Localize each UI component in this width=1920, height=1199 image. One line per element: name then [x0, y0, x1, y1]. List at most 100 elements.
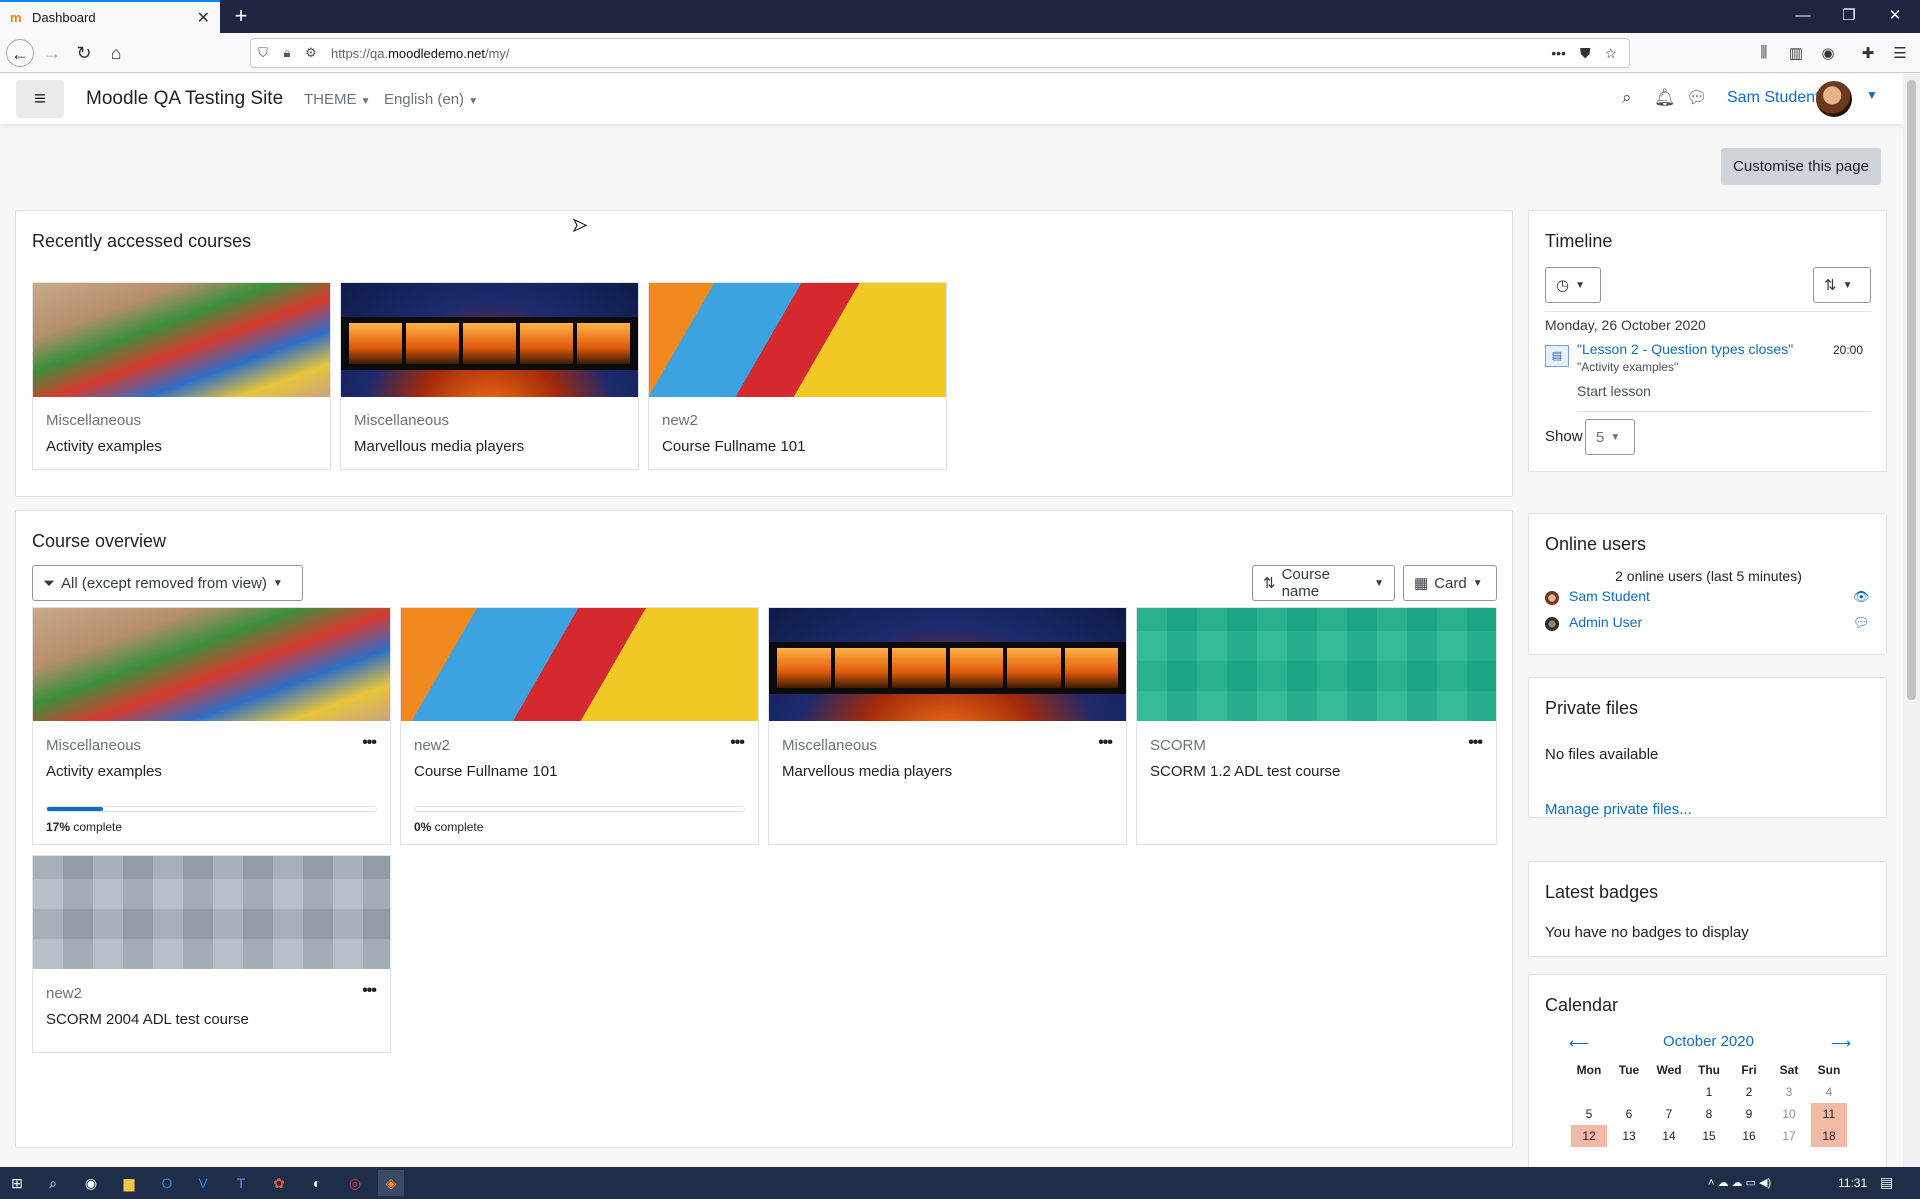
next-month-icon[interactable]: ⟶	[1831, 1035, 1851, 1052]
extensions-icon[interactable]: ✚	[1856, 44, 1880, 64]
avatar[interactable]	[1816, 81, 1852, 117]
calendar-day[interactable]: 5	[1571, 1103, 1607, 1125]
nav-drawer-toggle-icon[interactable]: ≡	[16, 80, 64, 118]
calendar-day[interactable]: 14	[1651, 1125, 1687, 1147]
windows-start-icon[interactable]: ⊞	[4, 1170, 30, 1196]
tray-icons[interactable]: ˄ ☁ ☁ ▭ ◀︎)	[1708, 1176, 1771, 1189]
course-name[interactable]: SCORM 2004 ADL test course	[46, 1011, 249, 1028]
course-name[interactable]: Marvellous media players	[782, 763, 952, 780]
sort-dropdown[interactable]: ⇅ Course name ▼	[1252, 565, 1395, 601]
home-icon[interactable]: ⌂	[102, 39, 130, 67]
action-center-icon[interactable]: ▤	[1880, 1174, 1893, 1191]
calendar-day[interactable]: 1	[1691, 1081, 1727, 1103]
browser-menu-icon[interactable]: ☰	[1888, 44, 1912, 64]
course-card[interactable]: Miscellaneous ••• Marvellous media playe…	[768, 607, 1127, 845]
messages-icon[interactable]: 💬︎	[1686, 88, 1708, 108]
course-card[interactable]: Miscellaneous ••• Activity examples 17% …	[32, 607, 391, 845]
timeline-day-filter[interactable]: ◷ ▼	[1545, 267, 1601, 303]
file-explorer-icon[interactable]: ▆	[116, 1170, 142, 1196]
start-lesson-action[interactable]: Start lesson	[1577, 383, 1651, 399]
course-name[interactable]: SCORM 1.2 ADL test course	[1150, 763, 1340, 780]
back-icon[interactable]: ←	[6, 39, 34, 67]
course-image[interactable]	[1137, 608, 1496, 721]
course-card[interactable]: SCORM ••• SCORM 1.2 ADL test course	[1136, 607, 1497, 845]
firefox-icon[interactable]: ◈	[378, 1170, 404, 1196]
grouping-filter-dropdown[interactable]: ⏷ All (except removed from view) ▼	[32, 565, 303, 601]
course-name[interactable]: Activity examples	[46, 438, 162, 455]
course-card[interactable]: Miscellaneous Marvellous media players	[340, 282, 639, 470]
app-icon[interactable]: ✿	[266, 1170, 292, 1196]
minimize-icon[interactable]: —	[1780, 0, 1826, 33]
chrome-icon[interactable]: ◉	[78, 1170, 104, 1196]
course-image[interactable]	[33, 856, 390, 969]
permissions-icon[interactable]: ⚙	[299, 45, 323, 61]
app-icon[interactable]: ◐	[304, 1170, 330, 1196]
calendar-day[interactable]: 17	[1771, 1125, 1807, 1147]
calendar-day[interactable]: 18	[1811, 1125, 1847, 1147]
calendar-day[interactable]: 3	[1771, 1081, 1807, 1103]
account-icon[interactable]: ◉	[1816, 44, 1840, 64]
message-icon[interactable]: 💬︎	[1853, 615, 1870, 631]
calendar-day[interactable]: 7	[1651, 1103, 1687, 1125]
library-icon[interactable]: ⫼	[1752, 44, 1776, 64]
address-bar[interactable]: ⛉ 🔒︎ ⚙ https://qa.moodledemo.net/my/ •••…	[250, 38, 1630, 68]
teams-icon[interactable]: T	[228, 1170, 254, 1196]
close-tab-icon[interactable]: ✕	[197, 8, 210, 28]
page-scrollbar[interactable]	[1903, 74, 1920, 1167]
calendar-day[interactable]: 4	[1811, 1081, 1847, 1103]
calendar-day[interactable]: 6	[1611, 1103, 1647, 1125]
search-icon[interactable]: ⌕	[40, 1170, 66, 1196]
calendar-day[interactable]: 12	[1571, 1125, 1607, 1147]
user-menu-caret-icon[interactable]: ▼	[1866, 88, 1878, 102]
calendar-day[interactable]: 11	[1811, 1103, 1847, 1125]
timeline-event-link[interactable]: "Lesson 2 - Question types closes"	[1577, 341, 1793, 357]
timeline-sort-dropdown[interactable]: ⇅ ▼	[1813, 267, 1871, 303]
course-actions-menu-icon[interactable]: •••	[1468, 734, 1483, 752]
customise-page-button[interactable]: Customise this page	[1721, 148, 1881, 185]
course-actions-menu-icon[interactable]: •••	[730, 734, 745, 752]
scrollbar-thumb[interactable]	[1907, 80, 1916, 700]
eye-icon[interactable]: 👁︎	[1853, 589, 1870, 605]
course-actions-menu-icon[interactable]: •••	[1098, 734, 1113, 752]
course-actions-menu-icon[interactable]: •••	[362, 734, 377, 752]
notifications-bell-icon[interactable]: 🔔︎	[1654, 88, 1676, 108]
online-user-link[interactable]: Sam Student	[1569, 588, 1650, 604]
language-menu[interactable]: English (en) ▼	[384, 91, 478, 108]
outlook-icon[interactable]: O	[154, 1170, 180, 1196]
calendar-day[interactable]: 16	[1731, 1125, 1767, 1147]
course-image[interactable]	[341, 283, 638, 397]
course-image[interactable]	[401, 608, 758, 721]
sidebar-toggle-icon[interactable]: ▥	[1784, 44, 1808, 64]
shield-icon[interactable]: ⛉	[251, 45, 275, 61]
vscode-icon[interactable]: V	[190, 1170, 216, 1196]
course-actions-menu-icon[interactable]: •••	[362, 982, 377, 1000]
course-name[interactable]: Activity examples	[46, 763, 162, 780]
manage-private-files-link[interactable]: Manage private files...	[1545, 801, 1692, 818]
course-card[interactable]: new2 Course Fullname 101	[648, 282, 947, 470]
calendar-day[interactable]: 9	[1731, 1103, 1767, 1125]
calendar-day[interactable]: 10	[1771, 1103, 1807, 1125]
online-user-link[interactable]: Admin User	[1569, 614, 1642, 630]
theme-menu[interactable]: THEME ▼	[304, 91, 371, 108]
calendar-day[interactable]: 8	[1691, 1103, 1727, 1125]
bookmark-star-icon[interactable]: ☆	[1604, 45, 1617, 62]
calendar-day[interactable]: 15	[1691, 1125, 1727, 1147]
course-name[interactable]: Course Fullname 101	[414, 763, 557, 780]
forward-icon[interactable]: →	[38, 39, 66, 67]
reload-icon[interactable]: ↻	[70, 39, 98, 67]
page-actions-icon[interactable]: •••	[1551, 45, 1566, 62]
view-dropdown[interactable]: ▦ Card ▼	[1403, 565, 1497, 601]
restore-icon[interactable]: ❐	[1826, 0, 1872, 33]
course-card[interactable]: new2 ••• SCORM 2004 ADL test course	[32, 855, 391, 1053]
course-image[interactable]	[33, 283, 330, 397]
calendar-day[interactable]: 2	[1731, 1081, 1767, 1103]
browser-tab[interactable]: m Dashboard ✕	[0, 0, 220, 33]
lock-icon[interactable]: 🔒︎	[275, 45, 299, 61]
user-menu-name[interactable]: Sam Student	[1727, 89, 1820, 107]
search-icon[interactable]: ⌕	[1622, 88, 1632, 108]
close-window-icon[interactable]: ✕	[1872, 0, 1918, 33]
site-name[interactable]: Moodle QA Testing Site	[86, 88, 283, 110]
calendar-day[interactable]: 13	[1611, 1125, 1647, 1147]
show-count-dropdown[interactable]: 5 ▼	[1585, 419, 1635, 455]
course-image[interactable]	[649, 283, 946, 397]
